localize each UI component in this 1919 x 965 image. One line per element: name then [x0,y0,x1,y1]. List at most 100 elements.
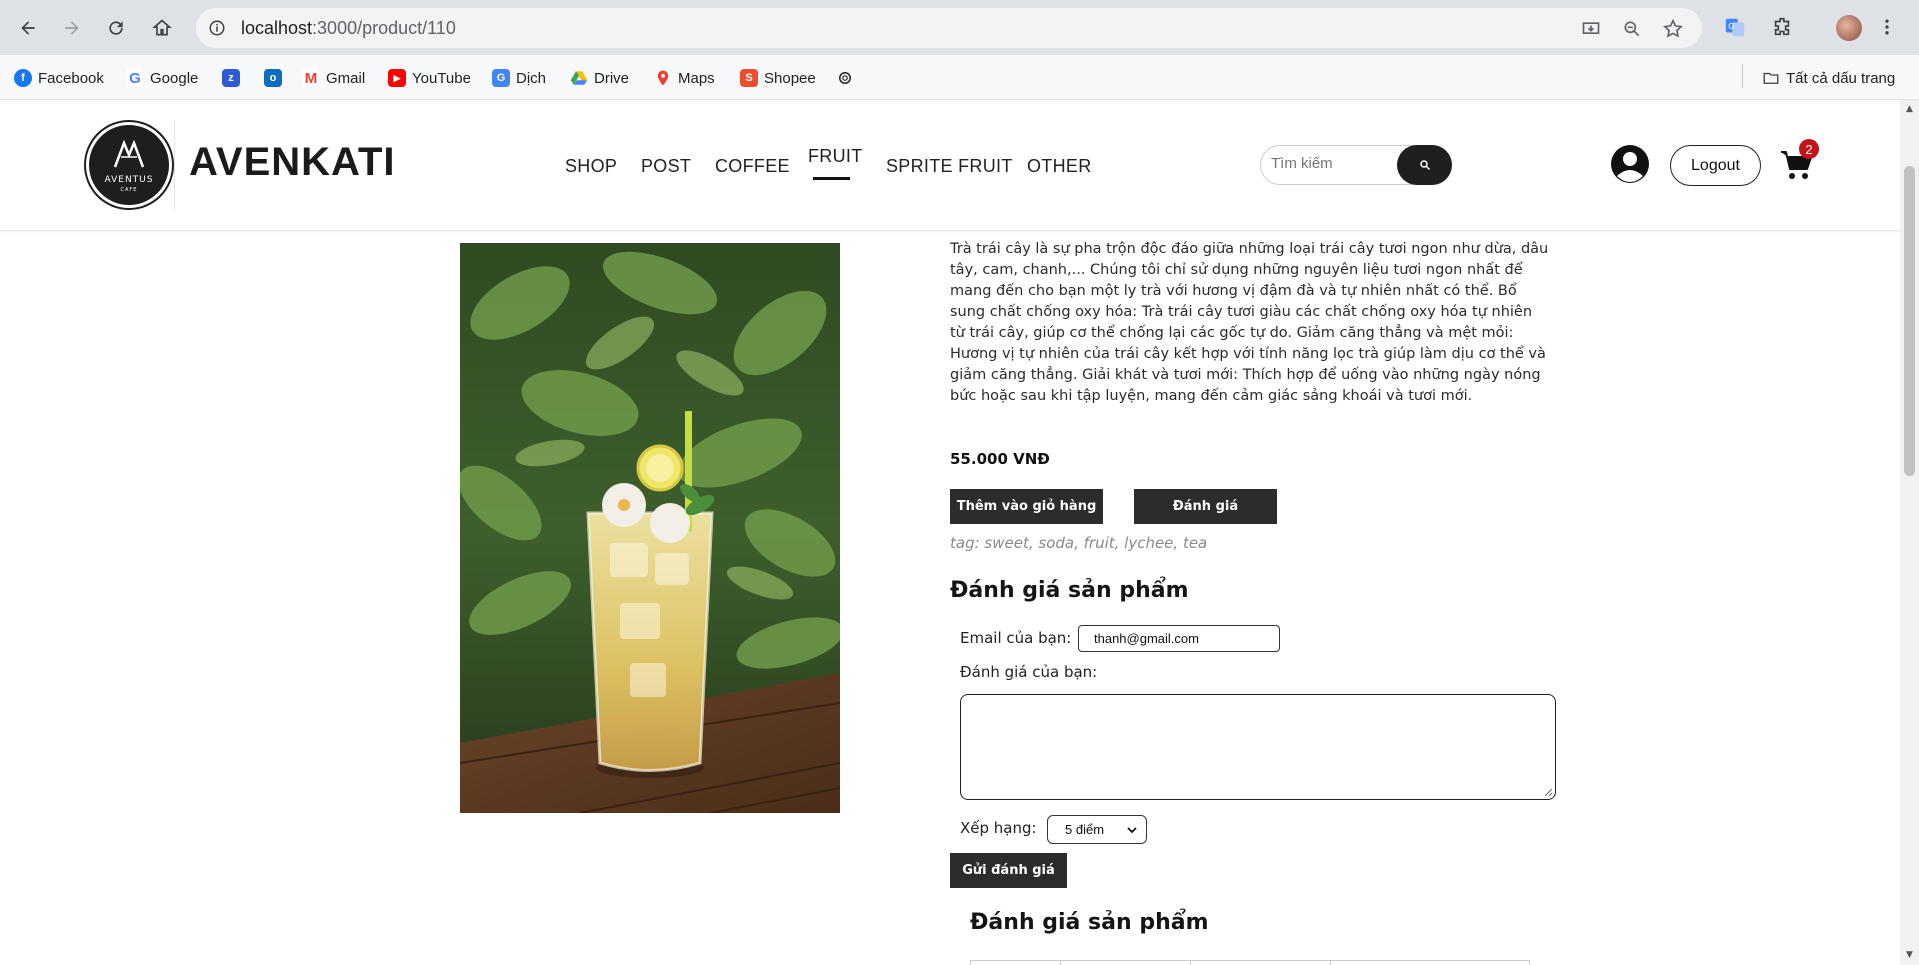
bookmark-label: YouTube [412,69,471,87]
search-icon [1419,160,1430,171]
bookmark-shopee[interactable]: S Shopee [740,67,816,89]
install-app-icon[interactable] [1580,18,1602,40]
product-tags: tag: sweet, soda, fruit, lychee, tea [950,534,1208,552]
bookmark-zing[interactable]: z [222,67,240,89]
bookmark-drive[interactable]: Drive [570,67,629,89]
profile-avatar[interactable] [1836,15,1862,41]
scroll-down-arrow-icon[interactable]: ▼ [1904,950,1915,960]
bookmark-label: Facebook [38,69,104,87]
nav-other[interactable]: OTHER [1027,156,1092,177]
translate-icon: G [492,69,510,87]
review-label: Đánh giá của bạn: [960,663,1098,681]
nav-fruit[interactable]: FRUIT [808,146,863,167]
aventus-logo-mark-icon [113,139,145,168]
site-info-icon[interactable] [206,17,228,39]
google-translate-icon[interactable]: G [1722,14,1748,40]
brand-name[interactable]: AVENKATI [189,140,396,185]
table-column-divider [1330,961,1331,965]
nav-shop[interactable]: SHOP [565,156,617,177]
bookmark-label: Drive [594,69,630,87]
home-icon[interactable] [148,14,176,42]
logout-button[interactable]: Logout [1670,145,1761,186]
chatgpt-icon [836,69,854,87]
rating-select[interactable]: 5 điểm [1047,815,1147,844]
back-arrow-icon[interactable] [14,14,42,42]
reload-icon[interactable] [102,14,130,42]
nav-coffee[interactable]: COFFEE [715,156,790,177]
reviews-table [970,960,1530,965]
drive-icon [570,69,588,87]
table-column-divider [1060,961,1061,965]
bookmark-google[interactable]: G Google [126,67,198,89]
scroll-up-arrow-icon[interactable]: ▲ [1904,104,1915,114]
extensions-icon[interactable] [1769,14,1795,40]
aventus-logo[interactable]: AVENTUS CAFE [86,122,172,208]
add-to-cart-button[interactable]: Thêm vào giỏ hàng [950,489,1103,524]
all-bookmarks[interactable]: Tất cả dấu trang [1762,67,1895,89]
zoom-icon[interactable] [1621,18,1643,40]
more-menu-icon[interactable] [1874,14,1900,40]
review-button[interactable]: Đánh giá [1134,489,1277,524]
bookmark-star-icon[interactable] [1662,18,1684,40]
zing-icon: z [222,69,240,87]
nav-post[interactable]: POST [641,156,691,177]
email-label: Email của bạn: [960,629,1072,647]
page-scrollbar[interactable]: ▲ ▼ [1900,100,1919,965]
gmail-icon: M [302,69,320,87]
nav-sprite-fruit[interactable]: SPRITE FRUIT [886,156,1013,177]
product-description: Trà trái cây là sự pha trộn độc đáo giữa… [950,241,1549,404]
forward-arrow-icon[interactable] [58,14,86,42]
url-host: localhost [241,18,313,38]
maps-icon [654,69,672,87]
folder-icon [1762,69,1780,87]
review-form-title: Đánh giá sản phẩm [950,578,1189,603]
bookmark-maps[interactable]: Maps [654,67,715,89]
svg-text:G: G [1728,21,1734,31]
shopee-icon: S [740,69,758,87]
product-price: 55.000 VNĐ [950,450,1050,468]
logo-text: AVENTUS [104,175,154,185]
bookmark-label: Google [150,69,199,87]
submit-review-button[interactable]: Gửi đánh giá [950,853,1067,888]
facebook-icon: f [14,69,32,87]
nav-active-underline [813,177,850,180]
table-column-divider [1190,961,1191,965]
bookmark-label: Gmail [326,69,366,87]
chevron-down-icon [1127,827,1137,834]
bookmark-youtube[interactable]: ▶ YouTube [388,67,471,89]
table-column-divider [1529,961,1530,965]
google-icon: G [126,69,144,87]
bookmark-chatgpt[interactable] [836,67,854,89]
search-input[interactable] [1271,155,1391,172]
bookmarks-bar: f Facebook G Google z o M Gmail ▶ YouTub… [0,55,1919,100]
scrollbar-thumb[interactable] [1904,166,1915,476]
table-column-divider [970,961,971,965]
rating-label: Xếp hạng: [960,819,1037,837]
bookmarks-divider [1742,64,1743,88]
page-viewport: Trà trái cây là sự pha trộn độc đáo giữa… [0,100,1900,965]
reviews-list-title: Đánh giá sản phẩm [970,910,1209,935]
browser-toolbar: localhost:3000/product/110 G [0,0,1919,55]
logo-divider [174,120,175,210]
bookmark-outlook[interactable]: o [264,67,282,89]
cart-count-badge: 2 [1799,139,1819,159]
url-text: localhost:3000/product/110 [241,18,456,39]
bookmark-facebook[interactable]: f Facebook [14,67,104,89]
youtube-icon: ▶ [388,69,406,87]
review-textarea[interactable] [960,694,1556,800]
bookmark-gmail[interactable]: M Gmail [302,67,365,89]
bookmark-translate[interactable]: G Dịch [492,67,546,89]
bookmark-label: Dịch [516,69,547,87]
site-header: AVENTUS CAFE AVENKATI SHOP POST COFFEE F… [0,100,1900,231]
search-button[interactable] [1397,145,1452,185]
bookmark-label: Shopee [764,69,816,87]
resize-grip-icon[interactable] [1543,787,1553,797]
product-image [460,243,840,813]
all-bookmarks-label: Tất cả dấu trang [1786,69,1896,87]
logo-subtext: CAFE [120,187,138,193]
address-bar[interactable]: localhost:3000/product/110 [196,8,1702,48]
user-account-icon[interactable] [1610,144,1650,184]
email-field[interactable]: thanh@gmail.com [1078,625,1280,652]
bookmark-label: Maps [678,69,715,87]
url-path: :3000/product/110 [312,18,456,38]
